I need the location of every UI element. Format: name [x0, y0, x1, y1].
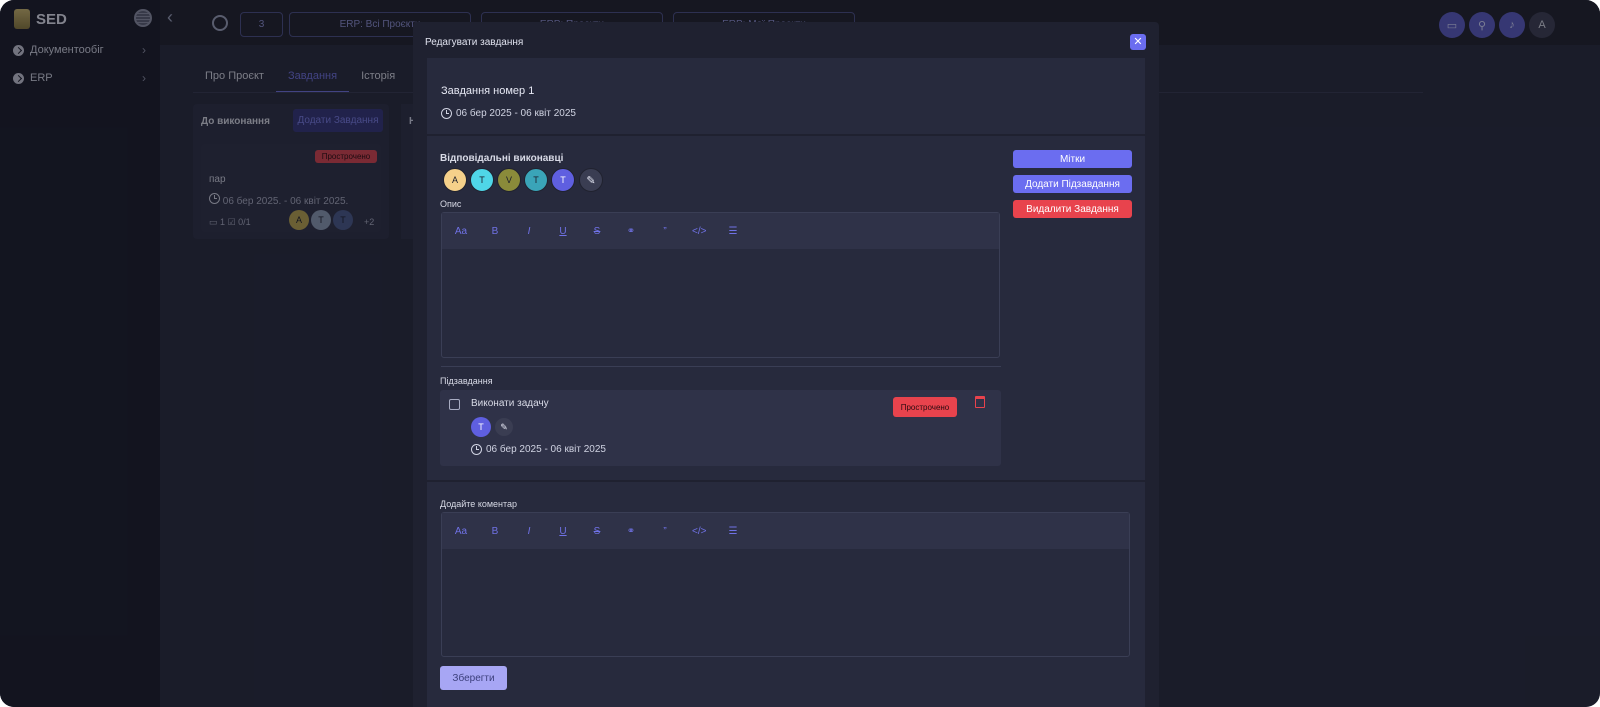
clock-icon [441, 108, 452, 119]
list-icon[interactable]: ☰ [726, 226, 740, 237]
link-icon[interactable]: ⚭ [624, 226, 638, 237]
strikethrough-icon[interactable]: S [590, 226, 604, 237]
bold-icon[interactable]: B [488, 226, 502, 237]
text-style-icon[interactable]: Aa [454, 226, 468, 237]
comment-label: Додайте коментар [440, 499, 518, 509]
app-window: SED Документообіг › ERP › ‹ 3 ERP: Всі П… [0, 0, 1600, 707]
edit-task-modal: Редагувати завдання ✕ Завдання номер 1 0… [413, 22, 1159, 707]
subtask-row: Виконати задачу Прострочено T ✎ 06 бер 2… [440, 390, 1001, 466]
task-date: 06 бер 2025 - 06 квіт 2025 [441, 108, 576, 119]
assignee-avatar[interactable]: T [551, 168, 575, 192]
subtask-date: 06 бер 2025 - 06 квіт 2025 [471, 444, 606, 455]
underline-icon[interactable]: U [556, 226, 570, 237]
add-subtask-button[interactable]: Додати Підзавдання [1013, 175, 1132, 193]
assignee-avatar[interactable]: V [497, 168, 521, 192]
assignee-avatar[interactable]: T [524, 168, 548, 192]
description-label: Опис [440, 199, 462, 209]
quote-icon[interactable]: ” [658, 526, 672, 537]
strikethrough-icon[interactable]: S [590, 526, 604, 537]
clock-icon [471, 444, 482, 455]
quote-icon[interactable]: ” [658, 226, 672, 237]
close-button[interactable]: ✕ [1130, 34, 1146, 50]
link-icon[interactable]: ⚭ [624, 526, 638, 537]
task-name: Завдання номер 1 [441, 85, 535, 97]
responsible-label: Відповідальні виконавці [440, 153, 564, 164]
assignee-avatar[interactable]: T [470, 168, 494, 192]
text-style-icon[interactable]: Aa [454, 526, 468, 537]
edit-subtask-assignee-icon[interactable]: ✎ [495, 418, 513, 436]
bold-icon[interactable]: B [488, 526, 502, 537]
labels-button[interactable]: Мітки [1013, 150, 1132, 168]
assignee-avatar[interactable]: A [443, 168, 467, 192]
editor-toolbar: Aa B I U S ⚭ ” </> ☰ [442, 213, 999, 249]
subtask-title: Виконати задачу [471, 398, 549, 409]
description-editor[interactable]: Aa B I U S ⚭ ” </> ☰ [441, 212, 1000, 358]
comment-editor[interactable]: Aa B I U S ⚭ ” </> ☰ [441, 512, 1130, 657]
subtask-checkbox[interactable] [449, 399, 460, 410]
delete-task-button[interactable]: Видалити Завдання [1013, 200, 1132, 218]
trash-icon[interactable] [975, 396, 985, 408]
italic-icon[interactable]: I [522, 226, 536, 237]
section-divider [441, 366, 1001, 367]
subtasks-label: Підзавдання [440, 376, 493, 386]
list-icon[interactable]: ☰ [726, 526, 740, 537]
underline-icon[interactable]: U [556, 526, 570, 537]
overdue-badge: Прострочено [893, 397, 957, 417]
subtask-assignee-avatar[interactable]: T [471, 417, 491, 437]
edit-assignees-icon[interactable]: ✎ [579, 168, 603, 192]
editor-toolbar: Aa B I U S ⚭ ” </> ☰ [442, 513, 1129, 549]
task-header-panel: Завдання номер 1 06 бер 2025 - 06 квіт 2… [427, 58, 1145, 134]
subtask-date-text: 06 бер 2025 - 06 квіт 2025 [486, 444, 606, 455]
code-icon[interactable]: </> [692, 226, 706, 237]
italic-icon[interactable]: I [522, 526, 536, 537]
modal-title: Редагувати завдання [425, 37, 524, 48]
save-button[interactable]: Зберегти [440, 666, 507, 690]
code-icon[interactable]: </> [692, 526, 706, 537]
task-date-text: 06 бер 2025 - 06 квіт 2025 [456, 108, 576, 119]
